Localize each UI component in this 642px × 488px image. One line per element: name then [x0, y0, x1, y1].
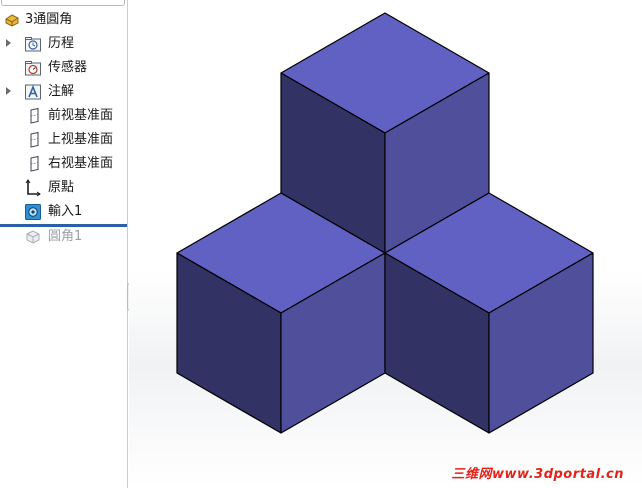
plane-icon — [30, 155, 39, 172]
tree-item-label: 右视基准面 — [48, 156, 114, 171]
plane-icon — [30, 131, 39, 148]
tree-item-label: 前视基准面 — [48, 108, 114, 123]
tree-item-label: 原點 — [48, 180, 75, 195]
solidworks-window: 3通圓角 历程 传感器 注解 前视基准面 上视基准面 右视基准面 原點 輸入1 … — [0, 0, 642, 488]
site-watermark: 三维网www.3dportal.cn — [451, 467, 624, 482]
imported-body-icon — [25, 204, 41, 220]
tree-item-label: 輸入1 — [48, 204, 83, 219]
tree-item-top-plane[interactable]: 上视基准面 — [0, 128, 127, 152]
tree-item-fillet1[interactable]: 圓角1 — [0, 225, 127, 249]
fillet-icon — [26, 230, 40, 244]
tree-item-history[interactable]: 历程 — [0, 32, 127, 56]
tree-item-front-plane[interactable]: 前视基准面 — [0, 104, 127, 128]
tree-item-annotations[interactable]: 注解 — [0, 80, 127, 104]
expand-arrow-icon[interactable] — [6, 87, 11, 95]
history-folder-icon — [25, 37, 41, 52]
tree-item-origin[interactable]: 原點 — [0, 176, 127, 200]
sensor-folder-icon — [25, 61, 41, 76]
tree-item-label: 注解 — [48, 84, 75, 99]
tree-item-label: 上视基准面 — [48, 132, 114, 147]
tree-item-label: 圓角1 — [48, 229, 83, 244]
tree-item-import1[interactable]: 輸入1 — [0, 200, 127, 224]
tree-item-sensors[interactable]: 传感器 — [0, 56, 127, 80]
three-cube-model[interactable] — [129, 0, 642, 488]
annotation-folder-icon — [25, 84, 41, 100]
plane-icon — [30, 107, 39, 124]
tree-item-label: 传感器 — [48, 60, 88, 75]
tree-item-label: 历程 — [48, 36, 75, 51]
graphics-viewport[interactable]: 三维网www.3dportal.cn — [129, 0, 642, 488]
expand-arrow-icon[interactable] — [6, 39, 11, 47]
tree-item-right-plane[interactable]: 右视基准面 — [0, 152, 127, 176]
origin-icon — [25, 179, 41, 197]
tree-filter-input[interactable] — [1, 0, 125, 6]
tree-root-part[interactable]: 3通圓角 — [0, 8, 127, 32]
feature-manager-tree: 3通圓角 历程 传感器 注解 前视基准面 上视基准面 右视基准面 原點 輸入1 … — [0, 0, 128, 488]
tree-root-label: 3通圓角 — [25, 12, 73, 27]
part-icon — [5, 14, 19, 27]
